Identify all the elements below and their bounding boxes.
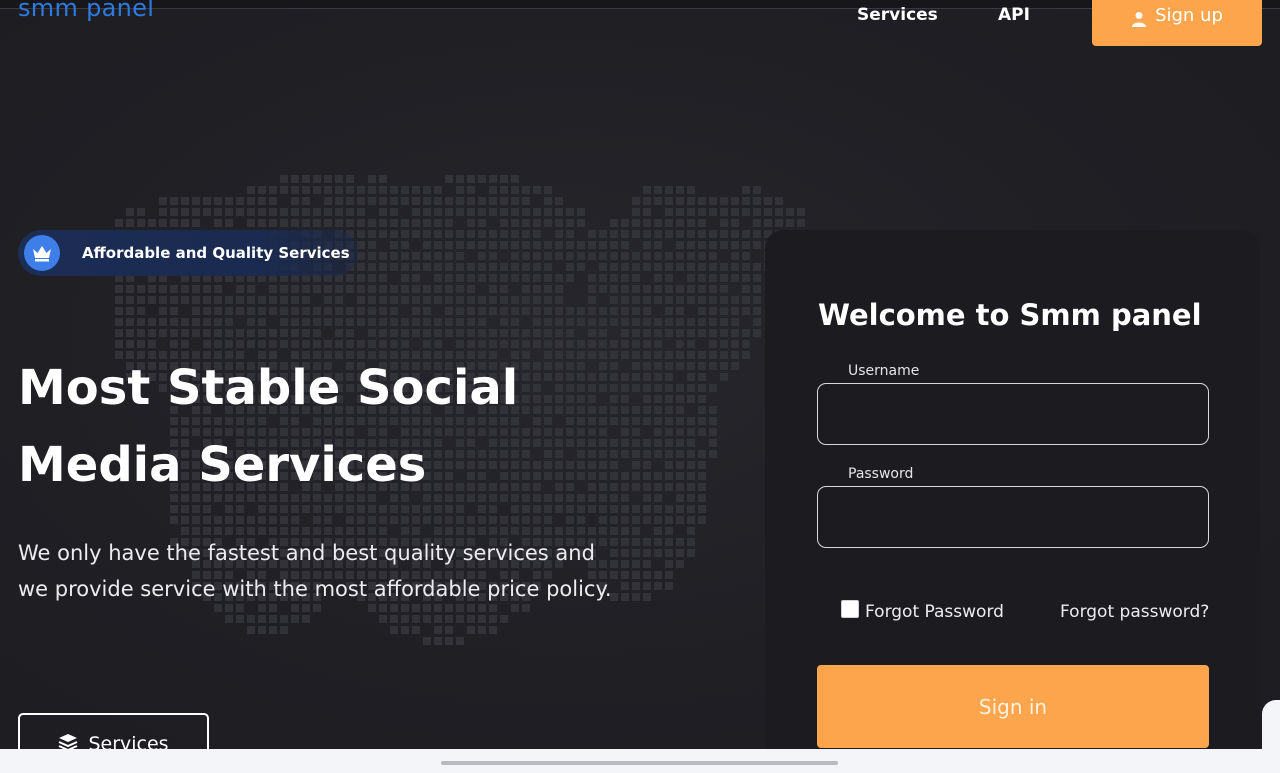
username-input[interactable] — [817, 383, 1209, 445]
headline-line-2: Media Services — [18, 437, 427, 493]
password-input[interactable] — [817, 486, 1209, 548]
top-border — [0, 0, 1280, 9]
signup-button[interactable]: Sign up — [1092, 0, 1262, 46]
hero-description: We only have the fastest and best qualit… — [18, 541, 612, 601]
headline-line-1: Most Stable Social — [18, 360, 519, 416]
home-indicator[interactable] — [441, 761, 838, 765]
signup-label: Sign up — [1155, 4, 1223, 26]
brand-text: smm panel — [18, 0, 155, 22]
nav-services-link[interactable]: Services — [857, 5, 938, 25]
remember-label[interactable]: Forgot Password — [865, 602, 1004, 622]
remember-checkbox[interactable] — [841, 600, 859, 618]
username-label: Username — [848, 363, 920, 379]
signin-button[interactable]: Sign in — [817, 665, 1209, 748]
forgot-password-link[interactable]: Forgot password? — [1060, 602, 1209, 622]
badge-text: Affordable and Quality Services — [82, 244, 350, 262]
password-label: Password — [848, 466, 914, 482]
crown-icon — [24, 235, 60, 271]
signin-label: Sign in — [978, 694, 1048, 719]
brand-logo[interactable]: smm panel — [18, 0, 154, 26]
login-title: Welcome to Smm panel — [818, 298, 1202, 332]
landing-page: smm panel Services API Sign up Affordabl… — [0, 0, 1280, 773]
nav-api-link[interactable]: API — [998, 5, 1030, 25]
scroll-edge — [1262, 700, 1280, 750]
hero-headline: Most Stable Social Media Services — [18, 350, 578, 504]
feature-badge: Affordable and Quality Services — [18, 230, 358, 276]
user-icon — [1131, 11, 1147, 27]
